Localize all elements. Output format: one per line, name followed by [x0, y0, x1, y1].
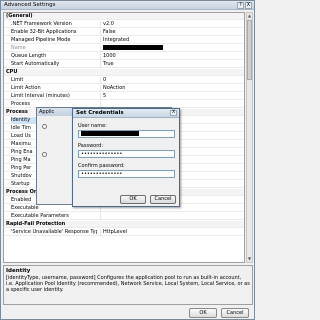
redacted-value [103, 45, 163, 50]
property-value[interactable]: True [100, 61, 240, 68]
scroll-down-icon[interactable]: ▼ [247, 256, 252, 262]
grid-category[interactable]: Rapid-Fail Protection [4, 221, 244, 228]
category-label: Rapid-Fail Protection [6, 221, 66, 227]
cancel-button[interactable]: Cancel [221, 308, 249, 318]
property-name: Managed Pipeline Mode [11, 37, 71, 43]
grid-category[interactable]: CPU [4, 69, 244, 76]
password-label: Password: [78, 143, 104, 149]
close-button[interactable]: X [245, 2, 252, 9]
title-bar: Advanced Settings ? X [1, 1, 254, 10]
grid-row[interactable]: 'Service Unavailable' Response Type HttpL… [4, 229, 244, 236]
window-title: Advanced Settings [4, 2, 56, 8]
property-name: Enable 32-Bit Applications [11, 29, 77, 35]
description-title: Identity [6, 268, 31, 274]
grid-row[interactable]: .NET Framework Version v2.0 [4, 21, 244, 28]
grid-row[interactable]: Enable 32-Bit Applications False [4, 29, 244, 36]
help-button[interactable]: ? [237, 2, 244, 9]
property-name: Limit Interval (minutes) [11, 93, 70, 99]
property-value[interactable]: 0 [100, 77, 240, 84]
description-text: [identityType, username, password] Confi… [6, 275, 250, 293]
scroll-thumb[interactable] [247, 20, 252, 80]
grid-row[interactable]: Limit Interval (minutes) 5 [4, 93, 244, 100]
category-label: CPU [6, 69, 18, 75]
property-name: Name [11, 45, 26, 51]
scroll-up-icon[interactable]: ▲ [247, 13, 252, 19]
user-name-input[interactable] [78, 130, 175, 138]
cred-close-button[interactable]: X [170, 110, 177, 116]
cred-ok-button[interactable]: OK [120, 195, 146, 204]
property-name: Start Automatically [11, 61, 60, 67]
property-value[interactable]: Integrated [100, 37, 240, 44]
property-name: 'Service Unavailable' Response Type [11, 229, 97, 235]
confirm-password-label: Confirm password: [78, 163, 125, 169]
grid-scrollbar[interactable]: ▲ ▼ [246, 12, 253, 263]
property-value[interactable] [100, 45, 240, 52]
property-value[interactable]: False [100, 29, 240, 36]
confirm-password-input[interactable]: •••••••••••••• [78, 170, 175, 178]
redacted-username [81, 131, 139, 136]
cred-dialog-title-text: Set Credentials [76, 110, 124, 116]
property-value[interactable]: 1000 [100, 53, 240, 60]
property-name: Executable Parameters [11, 213, 69, 219]
grid-row[interactable]: Limit 0 [4, 77, 244, 84]
grid-row[interactable]: Executable Parameters [4, 213, 244, 220]
property-value[interactable]: NoAction [100, 85, 240, 92]
property-value[interactable]: v2.0 [100, 21, 240, 28]
grid-row[interactable]: Queue Length 1000 [4, 53, 244, 60]
grid-category[interactable]: (General) [4, 13, 244, 20]
category-label: (General) [6, 13, 33, 19]
property-name: Limit Action [11, 85, 41, 91]
grid-row[interactable]: Limit Action NoAction [4, 85, 244, 92]
custom-account-radio[interactable] [42, 152, 47, 157]
password-input[interactable]: •••••••••••••• [78, 150, 175, 158]
property-name: Queue Length [11, 53, 47, 59]
property-value[interactable]: HttpLevel [100, 229, 240, 236]
description-panel: Identity [identityType, username, passwo… [3, 265, 253, 305]
property-name: Limit [11, 77, 24, 83]
property-name: .NET Framework Version [11, 21, 72, 27]
grid-row[interactable]: Managed Pipeline Mode Integrated [4, 37, 244, 44]
set-credentials-dialog: Set Credentials X User name: Password: •… [72, 108, 180, 207]
grid-row[interactable]: Start Automatically True [4, 61, 244, 68]
property-value[interactable]: 5 [100, 93, 240, 100]
cred-cancel-button[interactable]: Cancel [150, 195, 176, 204]
builtin-account-radio[interactable] [42, 124, 47, 129]
user-name-label: User name: [78, 123, 107, 129]
ok-button[interactable]: OK [189, 308, 217, 318]
cred-dialog-title: Set Credentials X [73, 109, 179, 118]
property-value[interactable] [100, 213, 240, 220]
grid-row[interactable]: Name [4, 45, 244, 52]
